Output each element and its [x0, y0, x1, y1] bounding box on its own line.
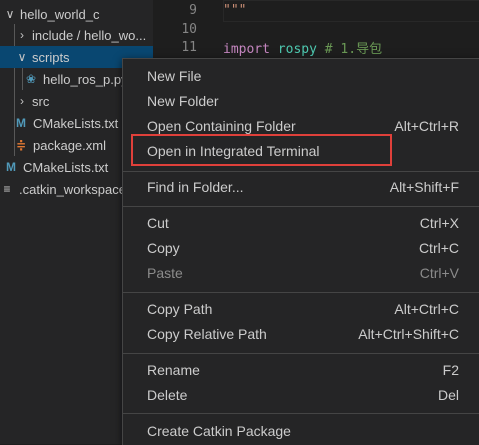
- menu-item-shortcut: F2: [442, 361, 459, 378]
- menu-item-shortcut: Ctrl+C: [418, 239, 459, 256]
- rss-xml-file-icon: ≑: [15, 138, 27, 152]
- cmake-file-icon: M: [6, 160, 16, 174]
- context-menu: New File New Folder Open Containing Fold…: [122, 58, 479, 445]
- menu-item-label: Rename: [147, 361, 200, 378]
- menu-item-label: Cut: [147, 214, 169, 231]
- menu-separator: [123, 413, 479, 414]
- tree-item-label: scripts: [32, 49, 70, 65]
- menu-item-open-containing-folder[interactable]: Open Containing Folder Alt+Ctrl+R: [123, 113, 479, 138]
- tree-item-label: hello_ros_p.py: [43, 71, 128, 87]
- tree-item-label: package.xml: [33, 137, 106, 153]
- code-line: 9 """: [153, 1, 479, 20]
- cmake-file-icon: M: [16, 116, 26, 130]
- tree-item-label: CMakeLists.txt: [33, 115, 119, 131]
- menu-separator: [123, 206, 479, 207]
- menu-item-paste[interactable]: Paste Ctrl+V: [123, 260, 479, 285]
- menu-item-label: Paste: [147, 264, 183, 281]
- python-file-icon: ❀: [25, 72, 37, 86]
- menu-item-find-in-folder[interactable]: Find in Folder... Alt+Shift+F: [123, 174, 479, 199]
- tree-item-label: hello_world_c: [20, 6, 100, 22]
- menu-item-label: Open Containing Folder: [147, 117, 296, 134]
- menu-item-label: Copy Path: [147, 300, 213, 317]
- line-number: 9: [189, 3, 197, 18]
- menu-item-shortcut: Ctrl+X: [419, 214, 459, 231]
- chevron-right-icon: ›: [20, 28, 24, 42]
- menu-item-label: Copy Relative Path: [147, 325, 267, 342]
- menu-item-copy-relative-path[interactable]: Copy Relative Path Alt+Ctrl+Shift+C: [123, 321, 479, 346]
- menu-item-label: New File: [147, 67, 202, 84]
- chevron-down-icon: ∨: [17, 50, 27, 64]
- menu-item-label: Delete: [147, 386, 188, 403]
- code-line: 11 import rospy # 1.导包: [153, 38, 479, 57]
- code-comment: # 1.导包: [324, 42, 383, 57]
- menu-item-label: Create Catkin Package: [147, 422, 291, 439]
- tree-folder-hello-world-c[interactable]: ∨ hello_world_c: [0, 3, 153, 25]
- menu-item-create-catkin-package[interactable]: Create Catkin Package: [123, 418, 479, 443]
- menu-item-copy[interactable]: Copy Ctrl+C: [123, 235, 479, 260]
- tree-item-label: include / hello_wo...: [32, 27, 147, 43]
- line-number: 11: [181, 40, 197, 55]
- menu-separator: [123, 353, 479, 354]
- chevron-down-icon: ∨: [5, 7, 15, 21]
- menu-item-open-in-integrated-terminal[interactable]: Open in Integrated Terminal: [123, 138, 479, 163]
- menu-item-label: Copy: [147, 239, 180, 256]
- chevron-right-icon: ›: [20, 94, 24, 108]
- menu-item-shortcut: Alt+Ctrl+C: [394, 300, 459, 317]
- line-number: 10: [181, 22, 197, 37]
- menu-separator: [123, 171, 479, 172]
- tree-item-label: .catkin_workspace: [19, 181, 126, 197]
- code-text: """: [223, 3, 247, 18]
- code-module: rospy: [277, 42, 317, 57]
- menu-item-shortcut: Alt+Ctrl+Shift+C: [358, 325, 459, 342]
- code-line: 10: [153, 20, 479, 39]
- menu-item-shortcut: Del: [437, 386, 459, 403]
- menu-item-shortcut: Ctrl+V: [419, 264, 459, 281]
- menu-item-label: New Folder: [147, 92, 219, 109]
- code-keyword: import: [223, 42, 270, 57]
- menu-item-delete[interactable]: Delete Del: [123, 382, 479, 407]
- menu-separator: [123, 292, 479, 293]
- tree-item-label: CMakeLists.txt: [23, 159, 109, 175]
- menu-item-copy-path[interactable]: Copy Path Alt+Ctrl+C: [123, 296, 479, 321]
- menu-item-cut[interactable]: Cut Ctrl+X: [123, 210, 479, 235]
- config-file-icon: ≡: [3, 182, 11, 196]
- menu-item-new-folder[interactable]: New Folder: [123, 88, 479, 113]
- menu-item-label: Find in Folder...: [147, 178, 244, 195]
- menu-item-label: Open in Integrated Terminal: [147, 142, 320, 159]
- menu-item-new-file[interactable]: New File: [123, 63, 479, 88]
- menu-item-rename[interactable]: Rename F2: [123, 357, 479, 382]
- menu-item-shortcut: Alt+Shift+F: [389, 178, 459, 195]
- tree-item-label: src: [32, 93, 50, 109]
- tree-folder-include[interactable]: › include / hello_wo...: [0, 24, 153, 46]
- menu-item-shortcut: Alt+Ctrl+R: [394, 117, 459, 134]
